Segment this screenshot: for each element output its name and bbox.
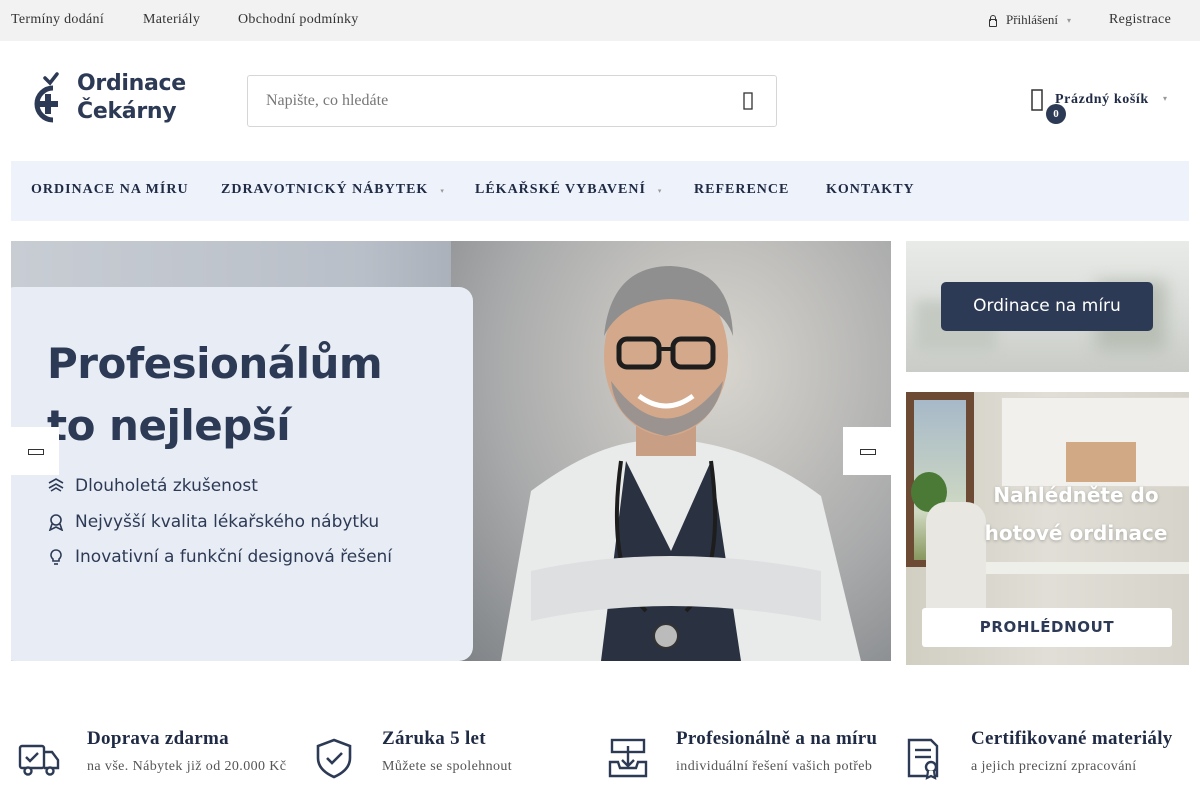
link-obchodni-podminky[interactable]: Obchodní podmínky bbox=[238, 12, 359, 28]
banner-title: Nahlédněte do hotové ordinace bbox=[966, 476, 1186, 552]
banner-title-line2: hotové ordinace bbox=[984, 521, 1168, 545]
cart-bag-icon bbox=[1031, 89, 1043, 111]
nav-item-label: KONTAKTY bbox=[826, 182, 915, 197]
hero-feature-label: Dlouholetá zkušenost bbox=[75, 476, 258, 496]
nav-item-zdravotnicky-nabytek[interactable]: ZDRAVOTNICKÝ NÁBYTEK ▾ bbox=[221, 182, 445, 198]
hero-title-line2: to nejlepší bbox=[47, 401, 291, 450]
banner-hotove-ordinace[interactable]: Nahlédněte do hotové ordinace PROHLÉDNOU… bbox=[906, 392, 1189, 665]
chevron-down-icon: ▾ bbox=[657, 186, 663, 195]
benefit-title: Záruka 5 let bbox=[382, 728, 486, 749]
banner-title-line1: Nahlédněte do bbox=[993, 483, 1159, 507]
chevron-down-icon: ▾ bbox=[440, 186, 445, 195]
link-materialy[interactable]: Materiály bbox=[143, 12, 200, 28]
logo-text: Ordinace Čekárny bbox=[77, 70, 186, 126]
hero-feature: Nejvyšší kvalita lékařského nábytku bbox=[47, 512, 379, 532]
logo-line1: Ordinace bbox=[77, 71, 186, 96]
nav-item-ordinace-na-miru[interactable]: ORDINACE NA MÍRU bbox=[31, 182, 189, 198]
benefit-item: Certifikované materiály a jejich precizn… bbox=[901, 728, 1181, 798]
cart-label: Prázdný košík bbox=[1055, 92, 1149, 107]
cart-button[interactable]: 0 Prázdný košík ▾ bbox=[1030, 86, 1180, 124]
award-icon bbox=[48, 514, 64, 531]
benefit-item: Záruka 5 let Můžete se spolehnout bbox=[312, 728, 592, 798]
benefit-item: Doprava zdarma na vše. Nábytek již od 20… bbox=[17, 728, 297, 798]
main-nav: ORDINACE NA MÍRU ZDRAVOTNICKÝ NÁBYTEK ▾ … bbox=[11, 161, 1189, 221]
prohlednout-button[interactable]: PROHLÉDNOUT bbox=[922, 608, 1172, 647]
login-button[interactable]: Přihlášení ▾ bbox=[987, 12, 1071, 28]
hero-feature: Inovativní a funkční designová řešení bbox=[47, 547, 392, 567]
link-terminy-dodani[interactable]: Termíny dodání bbox=[11, 12, 104, 28]
nav-item-lekarske-vybaveni[interactable]: LÉKAŘSKÉ VYBAVENÍ ▾ bbox=[475, 182, 662, 198]
hero-feature-label: Inovativní a funkční designová řešení bbox=[75, 547, 393, 567]
top-bar: Termíny dodání Materiály Obchodní podmín… bbox=[0, 0, 1200, 41]
benefit-desc: individuální řešení vašich potřeb bbox=[676, 759, 873, 774]
certificate-icon bbox=[907, 738, 939, 780]
benefit-desc: na vše. Nábytek již od 20.000 Kč bbox=[87, 759, 287, 774]
nav-item-label: ORDINACE NA MÍRU bbox=[31, 182, 189, 197]
benefit-desc: Můžete se spolehnout bbox=[382, 759, 513, 774]
search-icon[interactable] bbox=[738, 91, 758, 111]
truck-icon bbox=[18, 744, 60, 776]
benefit-title: Certifikované materiály bbox=[971, 728, 1173, 749]
benefit-desc: a jejich precizní zpracování bbox=[971, 759, 1137, 774]
logo-line2: Čekárny bbox=[77, 99, 177, 124]
banner-ordinace-button[interactable]: Ordinace na míru bbox=[941, 282, 1153, 331]
chevron-down-icon: ▾ bbox=[1163, 94, 1168, 103]
login-label: Přihlášení bbox=[1006, 12, 1058, 27]
benefit-title: Doprava zdarma bbox=[87, 728, 229, 749]
desk-photo bbox=[966, 562, 1189, 574]
lightbulb-icon bbox=[50, 549, 62, 565]
hero-feature: Dlouholetá zkušenost bbox=[47, 476, 258, 496]
lock-icon bbox=[987, 14, 997, 27]
shield-check-icon bbox=[316, 738, 352, 779]
banner-ordinace-na-miru[interactable]: Ordinace na míru bbox=[906, 241, 1189, 372]
doctor-photo bbox=[501, 266, 861, 661]
search-input[interactable] bbox=[248, 76, 718, 126]
logo[interactable]: Ordinace Čekárny bbox=[29, 68, 194, 128]
slider-next-button[interactable] bbox=[843, 427, 891, 475]
nav-item-label: REFERENCE bbox=[694, 182, 790, 197]
hero-feature-label: Nejvyšší kvalita lékařského nábytku bbox=[75, 512, 380, 532]
hero-slider[interactable]: Profesionálům to nejlepší Dlouholetá zku… bbox=[11, 241, 891, 661]
slider-prev-button[interactable] bbox=[11, 427, 59, 475]
benefit-item: Profesionálně a na míru individuální řeš… bbox=[606, 728, 886, 798]
benefit-title: Profesionálně a na míru bbox=[676, 728, 878, 749]
nav-item-label: ZDRAVOTNICKÝ NÁBYTEK bbox=[221, 182, 429, 197]
tray-download-icon bbox=[608, 738, 648, 778]
search-box bbox=[247, 75, 777, 127]
chevron-down-icon: ▾ bbox=[1067, 15, 1072, 25]
register-link[interactable]: Registrace bbox=[1109, 12, 1171, 28]
logo-cross-icon bbox=[34, 72, 59, 123]
hero-title-line1: Profesionálům bbox=[47, 339, 383, 388]
experience-icon bbox=[48, 478, 64, 492]
hero-title: Profesionálům to nejlepší bbox=[47, 333, 383, 457]
nav-item-kontakty[interactable]: KONTAKTY bbox=[826, 182, 915, 198]
nav-item-label: LÉKAŘSKÉ VYBAVENÍ bbox=[475, 182, 646, 197]
nav-item-reference[interactable]: REFERENCE bbox=[694, 182, 789, 198]
